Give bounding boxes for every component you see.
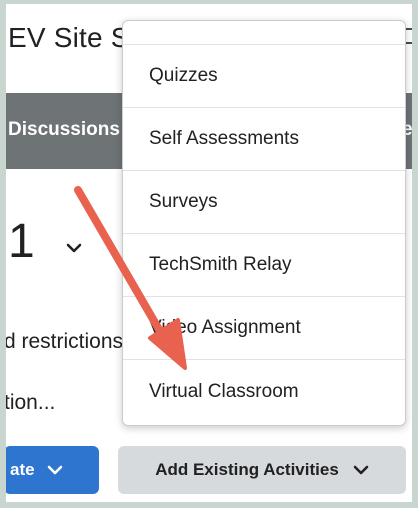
menu-scroll-top [123,21,405,45]
page-title: EV Site S [8,22,130,53]
create-button-label: ate [10,460,35,479]
unit-number: 1 [8,215,35,268]
menu-item-quizzes[interactable]: Quizzes [123,45,405,108]
chevron-down-icon[interactable] [64,238,84,258]
description-text: tion... [4,391,56,414]
chevron-down-icon [47,465,62,475]
menu-item-surveys[interactable]: Surveys [123,171,405,234]
add-existing-activities-menu: Quizzes Self Assessments Surveys TechSmi… [122,20,406,426]
chevron-down-icon [353,465,369,475]
restrictions-text[interactable]: d restrictions [4,330,123,354]
nav-item-discussions[interactable]: Discussions [8,119,120,141]
create-new-button[interactable]: ate [4,446,99,494]
add-existing-activities-button[interactable]: Add Existing Activities [118,446,406,494]
add-existing-button-label: Add Existing Activities [155,460,339,479]
menu-item-video-assignment[interactable]: Video Assignment [123,297,405,360]
menu-item-techsmith-relay[interactable]: TechSmith Relay [123,234,405,297]
menu-item-self-assessments[interactable]: Self Assessments [123,108,405,171]
menu-item-virtual-classroom[interactable]: Virtual Classroom [123,360,405,423]
